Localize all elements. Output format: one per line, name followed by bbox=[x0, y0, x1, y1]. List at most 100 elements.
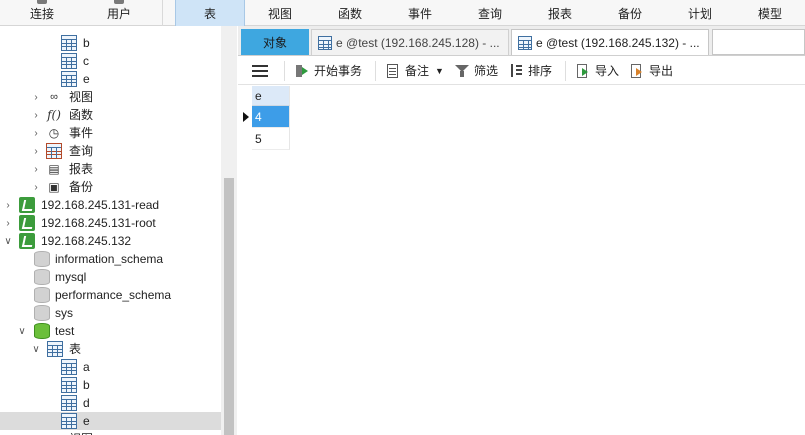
tree-item-functions[interactable]: › f() 函数 bbox=[0, 106, 221, 124]
chevron-right-icon[interactable]: › bbox=[30, 124, 42, 142]
tree-item-db-performance-schema[interactable]: performance_schema bbox=[0, 286, 221, 304]
event-icon: ◷ bbox=[48, 126, 60, 140]
tree-item-connection-131-root[interactable]: › 192.168.245.131-root bbox=[0, 214, 221, 232]
toolbar-model-button[interactable]: 模型 bbox=[735, 0, 805, 26]
database-icon bbox=[34, 287, 50, 303]
toolbar-separator bbox=[564, 60, 566, 81]
chevron-right-icon[interactable]: › bbox=[30, 142, 42, 160]
toolbar-report-button[interactable]: 报表 bbox=[525, 0, 595, 26]
navigation-tree: b c e › ∞ 视图 › f() 函数 › ◷ 事件 › 查询 › ▤ 报表… bbox=[0, 26, 237, 435]
tree-item-table-b[interactable]: b bbox=[0, 34, 221, 52]
tree-item-reports[interactable]: › ▤ 报表 bbox=[0, 160, 221, 178]
sort-icon bbox=[508, 63, 524, 79]
toolbar-separator bbox=[375, 60, 377, 81]
tab-bar: 对象 e @test (192.168.245.128) - ... e @te… bbox=[238, 26, 805, 56]
toolbar-separator bbox=[162, 0, 163, 26]
filter-button[interactable]: 筛选 bbox=[451, 60, 501, 82]
tree-item-tables-folder[interactable]: ∨ 表 bbox=[0, 340, 221, 358]
begin-transaction-button[interactable]: 开始事务 bbox=[291, 60, 365, 82]
memo-button[interactable]: 备注 ▼ bbox=[382, 60, 447, 82]
view-icon: ∞ bbox=[46, 431, 62, 435]
tables-folder-icon bbox=[47, 341, 63, 357]
column-header-e[interactable]: e bbox=[252, 86, 290, 106]
toolbar-view-button[interactable]: 视图 bbox=[245, 0, 315, 26]
grid-cell-row-1[interactable]: 4 bbox=[252, 106, 290, 128]
sort-button[interactable]: 排序 bbox=[505, 60, 555, 82]
import-button[interactable]: 导入 bbox=[572, 60, 622, 82]
memo-icon bbox=[385, 63, 401, 79]
current-row-arrow-icon bbox=[243, 112, 249, 122]
row-marker bbox=[240, 106, 252, 128]
connection-icon bbox=[19, 233, 35, 249]
toolbar-event-button[interactable]: 事件 bbox=[385, 0, 455, 26]
chevron-right-icon[interactable]: › bbox=[2, 196, 14, 214]
toolbar-user-button[interactable]: 用户 bbox=[84, 0, 154, 26]
connection-icon bbox=[19, 215, 35, 231]
chevron-down-icon[interactable]: ∨ bbox=[16, 322, 28, 340]
tree-item-table-e[interactable]: e bbox=[0, 70, 221, 88]
tree-item-db-information-schema[interactable]: information_schema bbox=[0, 250, 221, 268]
chevron-right-icon[interactable]: › bbox=[30, 160, 42, 178]
tree-item-connection-131-read[interactable]: › 192.168.245.131-read bbox=[0, 196, 221, 214]
chevron-right-icon[interactable]: › bbox=[30, 430, 42, 435]
tree-item-views[interactable]: › ∞ 视图 bbox=[0, 88, 221, 106]
query-icon bbox=[46, 143, 62, 159]
table-icon bbox=[61, 377, 77, 393]
function-icon: f() bbox=[47, 108, 61, 122]
connection-icon bbox=[19, 197, 35, 213]
tree-item-db-mysql[interactable]: mysql bbox=[0, 268, 221, 286]
grid-cell-row-2[interactable]: 5 bbox=[252, 128, 290, 150]
export-button[interactable]: 导出 bbox=[626, 60, 676, 82]
tree-item-events[interactable]: › ◷ 事件 bbox=[0, 124, 221, 142]
tab-table-e-132[interactable]: e @test (192.168.245.132) - ... bbox=[511, 29, 709, 55]
tree-item-queries[interactable]: › 查询 bbox=[0, 142, 221, 160]
export-icon bbox=[629, 63, 645, 79]
chevron-right-icon[interactable]: › bbox=[30, 88, 42, 106]
connection-icon bbox=[37, 0, 47, 4]
toolbar-backup-button[interactable]: 备份 bbox=[595, 0, 665, 26]
database-icon bbox=[34, 251, 50, 267]
database-icon bbox=[34, 305, 50, 321]
tree-item-table-d[interactable]: d bbox=[0, 394, 221, 412]
import-icon bbox=[575, 63, 591, 79]
tree-item-table-c[interactable]: c bbox=[0, 52, 221, 70]
toolbar-query-button[interactable]: 查询 bbox=[455, 0, 525, 26]
database-open-icon bbox=[34, 323, 50, 339]
chevron-right-icon[interactable]: › bbox=[2, 214, 14, 232]
chevron-right-icon[interactable]: › bbox=[30, 178, 42, 196]
table-action-toolbar: 开始事务 备注 ▼ 筛选 排序 导入 导出 bbox=[238, 57, 805, 85]
chevron-down-icon[interactable]: ∨ bbox=[30, 340, 42, 358]
dropdown-arrow-icon[interactable]: ▼ bbox=[435, 66, 444, 76]
tree-item-table-b[interactable]: b bbox=[0, 376, 221, 394]
tab-table-e-128[interactable]: e @test (192.168.245.128) - ... bbox=[311, 29, 509, 55]
tab-search-input[interactable] bbox=[712, 29, 805, 55]
table-icon bbox=[61, 35, 77, 51]
tree-item-backups[interactable]: › ▣ 备份 bbox=[0, 178, 221, 196]
main-toolbar: 连接 用户 表 视图 函数 事件 查询 报表 备份 计划 模型 bbox=[0, 0, 805, 26]
tab-objects[interactable]: 对象 bbox=[241, 29, 309, 55]
table-icon bbox=[61, 53, 77, 69]
table-icon bbox=[61, 395, 77, 411]
nav-scrollbar[interactable] bbox=[221, 26, 237, 435]
table-icon bbox=[61, 413, 77, 429]
nav-scrollbar-thumb[interactable] bbox=[224, 178, 234, 435]
toolbar-connection-button[interactable]: 连接 bbox=[0, 0, 84, 26]
report-icon: ▤ bbox=[48, 162, 60, 176]
toolbar-schedule-button[interactable]: 计划 bbox=[665, 0, 735, 26]
tree-item-db-sys[interactable]: sys bbox=[0, 304, 221, 322]
toolbar-function-button[interactable]: 函数 bbox=[315, 0, 385, 26]
chevron-right-icon[interactable]: › bbox=[30, 106, 42, 124]
tree-item-connection-132[interactable]: ∨ 192.168.245.132 bbox=[0, 232, 221, 250]
transaction-icon bbox=[294, 63, 310, 79]
tree-item-db-test[interactable]: ∨ test bbox=[0, 322, 221, 340]
tree-item-views-partial[interactable]: › ∞ 视图 bbox=[0, 430, 221, 435]
toolbar-table-button[interactable]: 表 bbox=[175, 0, 245, 26]
chevron-down-icon[interactable]: ∨ bbox=[2, 232, 14, 250]
view-icon: ∞ bbox=[50, 91, 58, 103]
menu-icon[interactable] bbox=[252, 64, 268, 77]
user-icon bbox=[114, 0, 124, 4]
tree-item-table-e-selected[interactable]: e bbox=[0, 412, 221, 430]
filter-icon bbox=[454, 63, 470, 79]
table-icon bbox=[61, 71, 77, 87]
tree-item-table-a[interactable]: a bbox=[0, 358, 221, 376]
